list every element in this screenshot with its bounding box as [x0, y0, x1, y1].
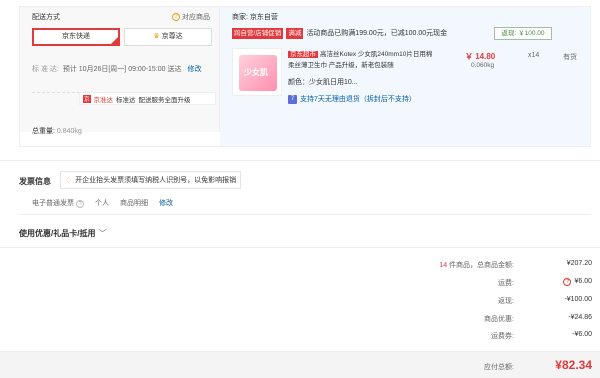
invoice-tip-text: 开企业抬头发票须填写纳税人识别号，以免影响报销 — [75, 177, 237, 184]
cashback-label: 返现: — [498, 298, 514, 305]
discount-value: -¥24.86 — [568, 314, 592, 321]
goods-total: ¥207.20 — [566, 260, 592, 267]
jingzunda-button[interactable]: ♛ 京尊达 — [124, 28, 212, 46]
help-icon[interactable]: ? — [76, 200, 84, 208]
stock-status: 有货 — [563, 54, 577, 61]
divider — [0, 247, 600, 248]
freight-help-icon[interactable]: ? — [563, 278, 572, 286]
crown-icon: ♛ — [153, 33, 160, 40]
invoice-tip: ♢ 开企业抬头发票须填写纳税人识别号，以免影响报销 — [60, 171, 242, 189]
question-icon: ? — [172, 13, 180, 21]
product-color: 颜色：少女肌日用10... — [288, 79, 358, 86]
product-image[interactable] — [232, 48, 282, 96]
product-title[interactable]: 京东超市 高洁丝Kotex 少女肌240mm10片日用棉柔丝薄卫生巾 产品升级，新… — [288, 49, 434, 71]
biaozhunda-label: 标准达 — [116, 96, 136, 104]
invoice-type-label: 电子普通发票 — [32, 200, 74, 207]
invoice-detail: 商品明细 — [120, 200, 148, 207]
seven-day-text: 支持7天无理由退货（拆封后不支持） — [300, 96, 416, 103]
freight-coupon-value: -¥6.00 — [572, 331, 592, 338]
freight-label: 运费: — [498, 280, 514, 287]
seven-day-icon: 7 — [288, 94, 297, 104]
divider — [19, 214, 591, 215]
discount-label: 商品优惠: — [484, 316, 514, 323]
dispatch-link-label: 对应商品 — [182, 14, 210, 21]
product-price: ￥ 14.80 — [465, 52, 496, 61]
standard-delivery-label: 标 准 达: — [32, 66, 59, 73]
invoice-type: 电子普通发票? — [32, 198, 84, 208]
coupon-toggle[interactable]: 使用优惠/礼品卡/抵用 ﹀ — [19, 228, 106, 239]
total-label: 应付总额: — [484, 364, 514, 371]
jingzhunda-badge: 京 — [83, 94, 91, 103]
weight-value: 0.840kg — [56, 128, 82, 135]
cashback-value: -¥100.00 — [564, 296, 592, 303]
coupon-title: 使用优惠/礼品卡/抵用 — [19, 229, 96, 238]
lightbulb-icon: ♢ — [65, 175, 73, 185]
promo-text: 活动商品已购满199.00元，已减100.00元现金 — [306, 30, 448, 37]
promo-row: 跨自营/店铺促销 满减 活动商品已购满199.00元，已减100.00元现金 — [232, 27, 447, 39]
seven-day-return[interactable]: 7 支持7天无理由退货（拆封后不支持） — [288, 94, 416, 104]
product-package-graphic — [239, 55, 277, 91]
goods-count: 14 — [439, 262, 448, 269]
discount-tag: 满减 — [286, 27, 304, 39]
standard-delivery-row: 标 准 达: 预计 10月26日[周一] 09:00-15:00 送达 修改 — [32, 64, 218, 75]
summary-freight-row: 运费: ? ¥6.00 — [0, 278, 600, 296]
divider — [0, 160, 600, 161]
promo-tag: 跨自营/店铺促销 — [232, 27, 284, 39]
jd-express-label: 京东快递 — [62, 33, 90, 40]
shipping-title: 配送方式 — [32, 14, 60, 21]
summary-goods-row: 14 件商品，总商品金额: ¥207.20 — [0, 260, 600, 278]
jingzunda-label: 京尊达 — [161, 33, 183, 40]
modify-invoice-link[interactable]: 修改 — [159, 198, 173, 208]
freight-value: ¥6.00 — [574, 278, 592, 285]
cashback-badge: 返现: ￥100.00 — [494, 27, 552, 40]
summary-cashback-row: 返现: -¥100.00 — [0, 296, 600, 314]
modify-delivery-link[interactable]: 修改 — [187, 66, 201, 73]
summary-freightcoupon-row: 运费券: -¥6.00 — [0, 331, 600, 349]
jingzhunda-label: 京准达 — [93, 96, 114, 104]
goods-count-label: 14 件商品，总商品金额: — [439, 260, 514, 270]
standard-delivery-time: 预计 10月26日[周一] 09:00-15:00 送达 — [62, 66, 182, 73]
total-bar: 应付总额: ¥82.34 — [0, 351, 600, 378]
product-quantity: x14 — [528, 52, 540, 59]
summary-discount-row: 商品优惠: -¥24.86 — [0, 314, 600, 332]
freight-value-wrap: ? ¥6.00 — [563, 278, 592, 286]
weight-label: 总重量: — [32, 128, 55, 135]
total-value: ¥82.34 — [555, 358, 592, 372]
delivery-upgrade-tip: 京 京准达 标准达 配送服务全面升级 — [79, 92, 216, 105]
product-weight: 0.060kg — [471, 62, 495, 69]
dispatch-products-link[interactable]: ? 对应商品 — [172, 12, 210, 22]
freight-coupon-label: 运费券: — [491, 333, 514, 340]
shop-name: 商家: 京东自营 — [232, 14, 278, 21]
jd-supermarket-badge: 京东超市 — [288, 51, 318, 58]
invoice-title: 发票信息 — [19, 177, 51, 186]
invoice-person: 个人 — [95, 200, 109, 207]
jd-express-button[interactable]: 京东快递 — [32, 28, 120, 46]
chevron-down-icon: ﹀ — [98, 229, 107, 238]
invoice-details: 电子普通发票? 个人 商品明细 修改 — [32, 198, 173, 208]
upgrade-text: 配送服务全面升级 — [138, 96, 191, 104]
total-weight: 总重量: 0.840kg — [32, 126, 82, 136]
goods-count-suffix: 件商品，总商品金额: — [449, 262, 514, 269]
